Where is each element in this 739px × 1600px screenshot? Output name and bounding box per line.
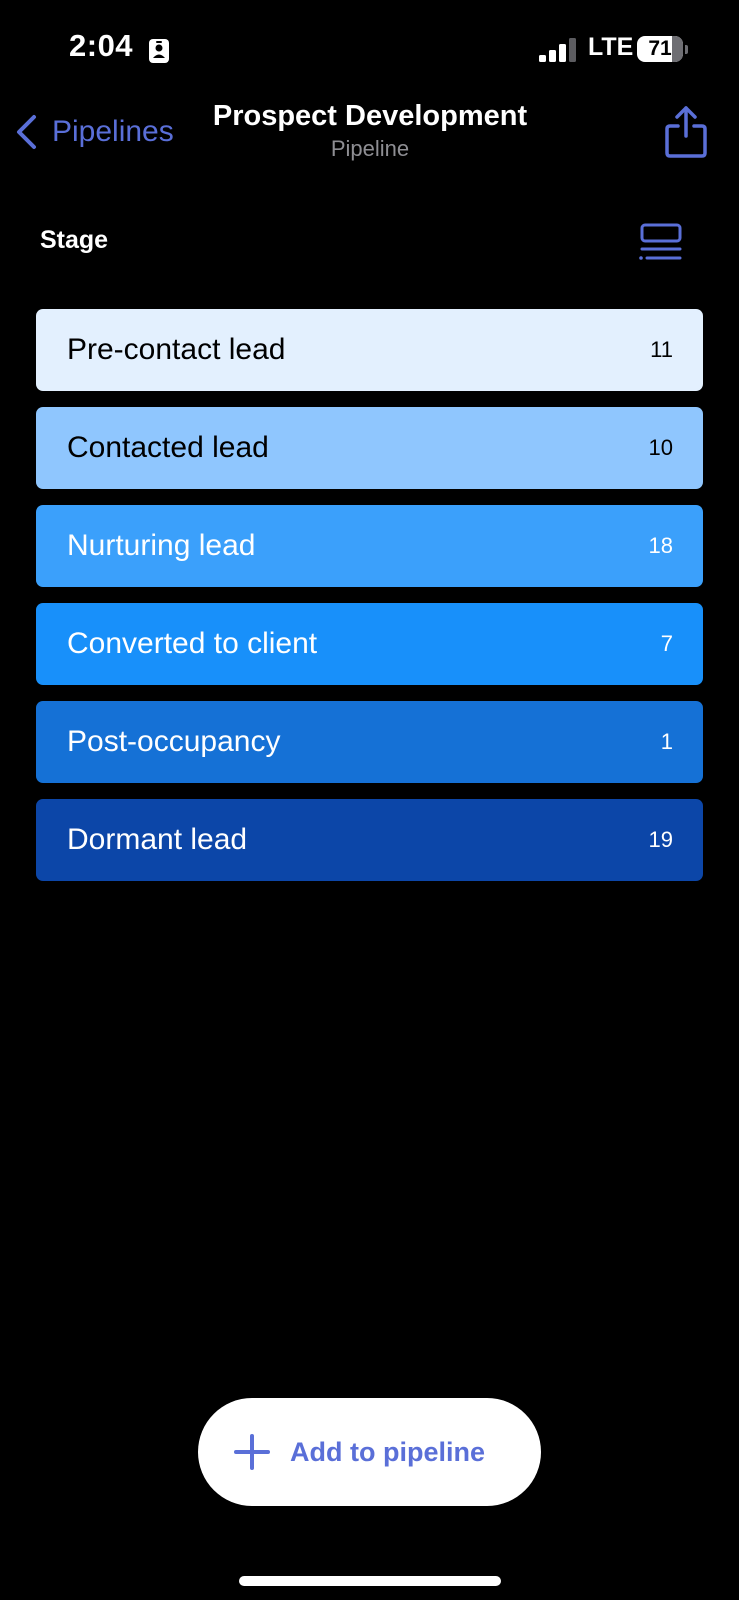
stage-row-nurturing-lead[interactable]: Nurturing lead 18: [36, 505, 703, 587]
stage-row-post-occupancy[interactable]: Post-occupancy 1: [36, 701, 703, 783]
page-title: Prospect Development: [212, 100, 528, 132]
list-view-icon[interactable]: [638, 222, 684, 264]
chevron-left-icon: [17, 115, 36, 149]
back-button[interactable]: Pipelines: [14, 110, 174, 154]
stage-count: 1: [660, 729, 673, 754]
stage-label: Dormant lead: [67, 823, 248, 856]
stage-count: 10: [648, 435, 673, 460]
stage-count: 7: [660, 631, 673, 656]
stage-row-dormant-lead[interactable]: Dormant lead 19: [36, 799, 703, 881]
id-badge-icon: [149, 39, 169, 63]
network-type: LTE: [588, 33, 634, 61]
battery-body: 71: [637, 36, 683, 62]
navigation-bar: Pipelines Prospect Development Pipeline: [0, 96, 739, 176]
stage-count: 18: [648, 533, 673, 558]
plus-icon: [234, 1434, 270, 1470]
stage-list: Pre-contact lead 11 Contacted lead 10 Nu…: [36, 309, 703, 897]
status-bar: 2:04 LTE 71: [0, 0, 739, 100]
stage-label: Pre-contact lead: [67, 333, 286, 366]
stage-label: Converted to client: [67, 627, 318, 660]
status-time: 2:04: [69, 28, 134, 63]
battery-cap: [685, 45, 688, 54]
stage-label: Contacted lead: [67, 431, 269, 464]
stage-row-converted-to-client[interactable]: Converted to client 7: [36, 603, 703, 685]
battery-indicator: 71: [637, 36, 688, 62]
add-to-pipeline-label: Add to pipeline: [290, 1437, 485, 1467]
add-to-pipeline-button[interactable]: Add to pipeline: [198, 1398, 541, 1506]
stage-row-contacted-lead[interactable]: Contacted lead 10: [36, 407, 703, 489]
stage-row-pre-contact-lead[interactable]: Pre-contact lead 11: [36, 309, 703, 391]
share-icon[interactable]: [662, 104, 710, 160]
battery-level: 71: [648, 37, 672, 60]
cellular-signal-icon: [539, 38, 576, 62]
home-indicator[interactable]: [239, 1576, 501, 1586]
section-header-stage: Stage: [40, 226, 109, 254]
stage-count: 11: [650, 337, 673, 362]
stage-count: 19: [648, 827, 673, 852]
stage-label: Nurturing lead: [67, 529, 256, 562]
page-subtitle: Pipeline: [330, 136, 410, 161]
stage-label: Post-occupancy: [67, 725, 281, 758]
back-label: Pipelines: [52, 115, 174, 148]
